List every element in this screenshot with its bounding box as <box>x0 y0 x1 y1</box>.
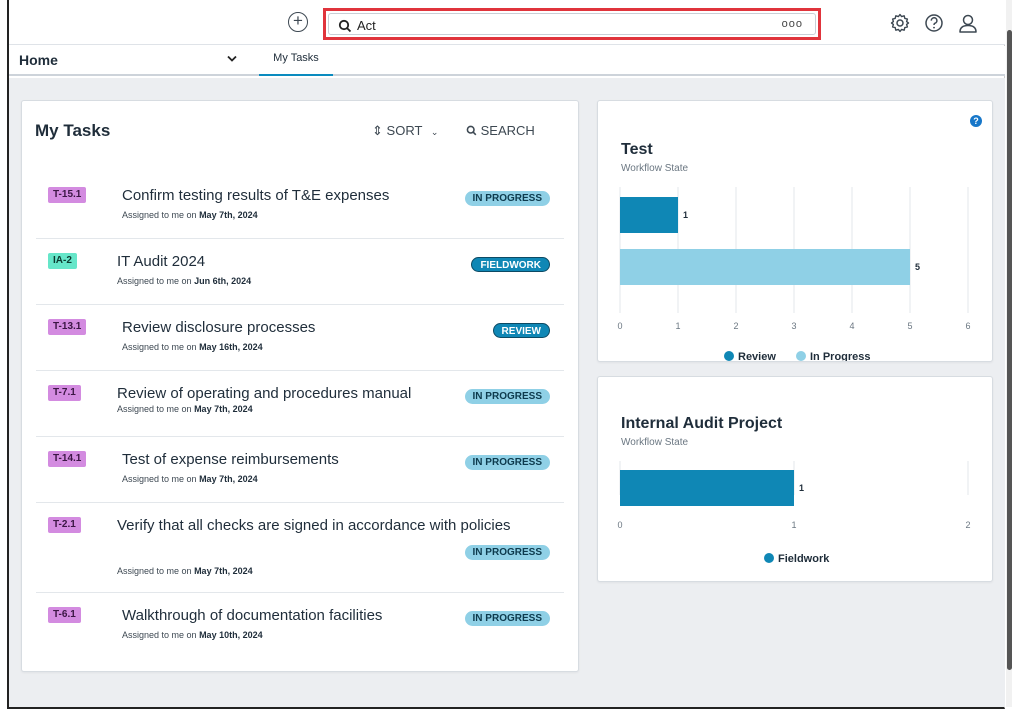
search-icon <box>338 19 352 33</box>
chart-subtitle: Workflow State <box>621 163 689 174</box>
task-row[interactable]: T-7.1 Review of operating and procedures… <box>36 371 564 437</box>
status-badge: IN PROGRESS <box>464 389 550 404</box>
task-title[interactable]: Walkthrough of documentation facilities <box>122 607 382 624</box>
internal-audit-bar-chart: 0 1 2 1 Fieldwork <box>617 461 971 565</box>
task-row[interactable]: T-13.1 Review disclosure processes Assig… <box>36 305 564 371</box>
nav-bar: Home My Tasks <box>9 46 1005 76</box>
task-title[interactable]: IT Audit 2024 <box>117 253 205 270</box>
help-icon[interactable]: ? <box>970 115 982 127</box>
add-icon[interactable]: + <box>288 12 308 32</box>
bar <box>620 470 794 506</box>
my-tasks-title: My Tasks <box>35 121 111 140</box>
task-assigned: Assigned to me on May 10th, 2024 <box>122 630 263 640</box>
x-tick-label: 1 <box>791 520 796 530</box>
x-tick-label: 2 <box>733 321 738 331</box>
more-options-icon[interactable]: ooo <box>782 18 803 30</box>
task-title[interactable]: Test of expense reimbursements <box>122 451 339 468</box>
task-assigned: Assigned to me on May 7th, 2024 <box>122 210 258 220</box>
x-tick-label: 5 <box>907 321 912 331</box>
task-id-badge: T-14.1 <box>48 451 87 467</box>
test-chart-card: ? Test Workflow State 0 1 2 3 4 5 6 1 5 Review In … <box>597 100 993 362</box>
task-row[interactable]: T-2.1 Verify that all checks are signed … <box>36 503 564 593</box>
tab-my-tasks[interactable]: My Tasks <box>259 52 333 76</box>
status-badge: REVIEW <box>492 323 550 338</box>
status-badge: IN PROGRESS <box>464 191 550 206</box>
task-search-label: SEARCH <box>480 123 535 138</box>
task-row[interactable]: T-15.1 Confirm testing results of T&E ex… <box>36 173 564 239</box>
task-id-badge: T-15.1 <box>48 187 87 203</box>
status-badge: IN PROGRESS <box>464 545 550 560</box>
x-tick-label: 3 <box>791 321 796 331</box>
task-search-button[interactable]: SEARCH <box>466 123 535 138</box>
chart-subtitle: Workflow State <box>621 437 689 448</box>
search-input[interactable]: Act ooo <box>328 13 816 35</box>
task-id-badge: IA-2 <box>48 253 77 269</box>
chevron-down-icon[interactable] <box>227 54 237 66</box>
task-assigned: Assigned to me on May 16th, 2024 <box>122 342 263 352</box>
chevron-down-icon: ⌄ <box>430 127 439 137</box>
chart-title: Internal Audit Project <box>621 415 783 432</box>
legend-marker <box>764 553 774 563</box>
bar <box>620 249 910 285</box>
data-label: 1 <box>799 483 804 493</box>
legend-marker <box>724 351 734 361</box>
x-tick-label: 4 <box>849 321 854 331</box>
task-title[interactable]: Review of operating and procedures manua… <box>117 385 411 402</box>
task-title[interactable]: Review disclosure processes <box>122 319 315 336</box>
dashboard-content: My Tasks ⇕ SORT ⌄ SEARCH T-15.1 Confirm … <box>9 78 1005 707</box>
x-tick-label: 0 <box>617 321 622 331</box>
task-assigned: Assigned to me on May 7th, 2024 <box>117 566 253 576</box>
task-assigned: Assigned to me on May 7th, 2024 <box>122 474 258 484</box>
internal-audit-chart-card: Internal Audit Project Workflow State 0 1… <box>597 376 993 582</box>
legend-marker <box>796 351 806 361</box>
search-value: Act <box>357 18 376 33</box>
chart-title: Test <box>621 141 653 158</box>
task-id-badge: T-13.1 <box>48 319 87 335</box>
sort-icon: ⇕ <box>372 123 383 138</box>
task-id-badge: T-6.1 <box>48 607 81 623</box>
help-circle-icon[interactable] <box>923 12 945 34</box>
task-title[interactable]: Verify that all checks are signed in acc… <box>117 517 511 534</box>
scrollbar[interactable] <box>1006 0 1012 707</box>
search-icon <box>466 125 477 136</box>
task-list: T-15.1 Confirm testing results of T&E ex… <box>22 173 578 659</box>
status-badge: IN PROGRESS <box>464 455 550 470</box>
gear-icon[interactable] <box>889 12 911 34</box>
task-id-badge: T-7.1 <box>48 385 81 401</box>
x-tick-label: 2 <box>965 520 970 530</box>
home-dropdown-label[interactable]: Home <box>19 52 58 68</box>
task-assigned: Assigned to me on Jun 6th, 2024 <box>117 276 252 286</box>
data-label: 5 <box>915 262 920 272</box>
status-badge: FIELDWORK <box>471 257 550 272</box>
x-tick-label: 1 <box>675 321 680 331</box>
my-tasks-card: My Tasks ⇕ SORT ⌄ SEARCH T-15.1 Confirm … <box>21 100 579 672</box>
data-label: 1 <box>683 210 688 220</box>
top-bar: + Act ooo <box>9 0 1005 45</box>
task-title[interactable]: Confirm testing results of T&E expenses <box>122 187 389 204</box>
bar <box>620 197 678 233</box>
task-row[interactable]: T-14.1 Test of expense reimbursements As… <box>36 437 564 503</box>
task-id-badge: T-2.1 <box>48 517 81 533</box>
task-assigned: Assigned to me on May 7th, 2024 <box>117 404 253 414</box>
scrollbar-thumb[interactable] <box>1007 30 1012 670</box>
legend-label: In Progress <box>810 351 871 361</box>
x-tick-label: 6 <box>965 321 970 331</box>
sort-button[interactable]: ⇕ SORT ⌄ <box>372 123 438 139</box>
sort-label: SORT <box>386 123 423 138</box>
status-badge: IN PROGRESS <box>464 611 550 626</box>
legend-label: Fieldwork <box>778 553 830 565</box>
x-tick-label: 0 <box>617 520 622 530</box>
search-box[interactable]: Act ooo <box>323 8 821 40</box>
test-bar-chart: 0 1 2 3 4 5 6 1 5 Review In Progress <box>617 187 971 361</box>
app-window: + Act ooo Home My Tasks My Tasks ⇕ SORT … <box>7 0 1012 709</box>
legend-label: Review <box>738 351 776 361</box>
task-row[interactable]: IA-2 IT Audit 2024 Assigned to me on Jun… <box>36 239 564 305</box>
user-icon[interactable] <box>957 12 979 34</box>
task-row[interactable]: T-6.1 Walkthrough of documentation facil… <box>36 593 564 659</box>
